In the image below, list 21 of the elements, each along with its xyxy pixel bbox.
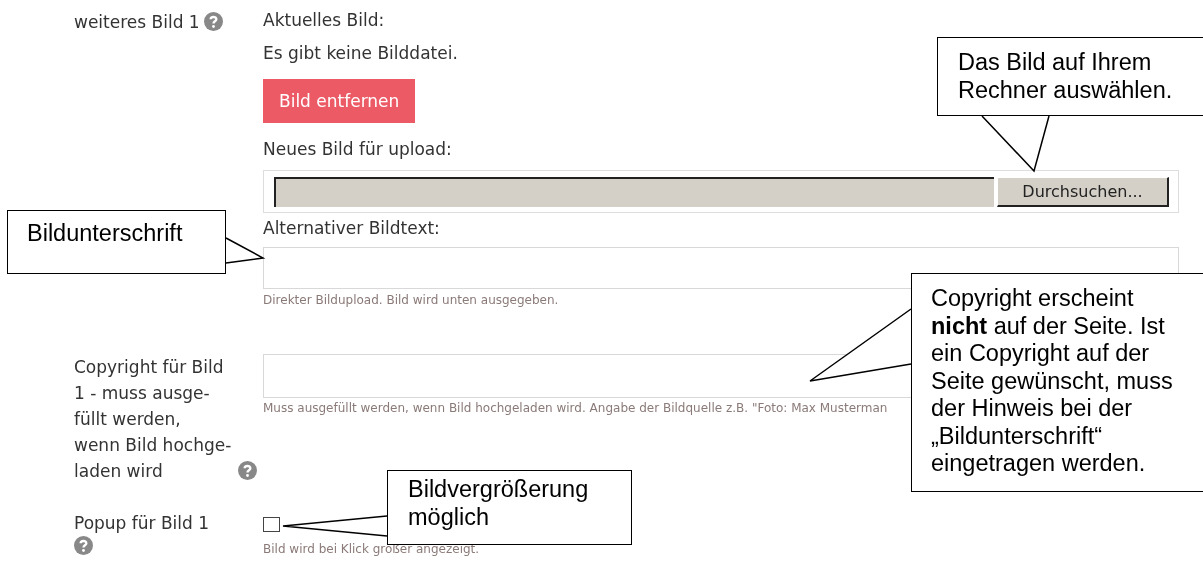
help-icon[interactable]	[203, 12, 223, 31]
field-label: Neues Bild für upload:	[263, 138, 452, 160]
callout: Bildvergrößerung möglich	[387, 470, 632, 545]
field-label: Popup für Bild 1	[74, 512, 210, 535]
callout: Copyright erscheint nicht auf der Seite. Ist ein Copyright auf der Seite gewünscht, muss der Hinweis bei der „Bildunterschrift“ eingetragen werden.	[911, 273, 1203, 492]
callout: Bildunterschrift	[7, 210, 226, 274]
browse-button[interactable]: Durchsuchen...	[997, 176, 1169, 207]
hint-text: Muss ausgefüllt werden, wenn Bild hochgeladen wird. Angabe der Bildquelle z.B. "Foto: Max Musterman	[263, 401, 888, 415]
help-icon[interactable]	[74, 536, 93, 555]
field-label: weiteres Bild 1	[74, 12, 200, 32]
field-label: Alternativer Bildtext:	[263, 217, 440, 239]
status-text: Es gibt keine Bilddatei.	[263, 42, 458, 64]
help-icon[interactable]	[238, 461, 258, 480]
hint-text: Direkter Bildupload. Bild wird unten ausgegeben.	[263, 293, 559, 307]
field-label: Copyright für Bild 1 - muss ausge- füllt werden, wenn Bild hochge- laden wird	[74, 356, 232, 483]
callout-pointer	[981, 115, 1050, 172]
file-upload-field[interactable]: Durchsuchen...	[263, 170, 1179, 213]
callout-pointer	[225, 237, 264, 264]
field-label: Aktuelles Bild:	[263, 9, 385, 31]
file-path-field[interactable]	[274, 176, 994, 207]
popup-checkbox[interactable]	[263, 517, 280, 532]
